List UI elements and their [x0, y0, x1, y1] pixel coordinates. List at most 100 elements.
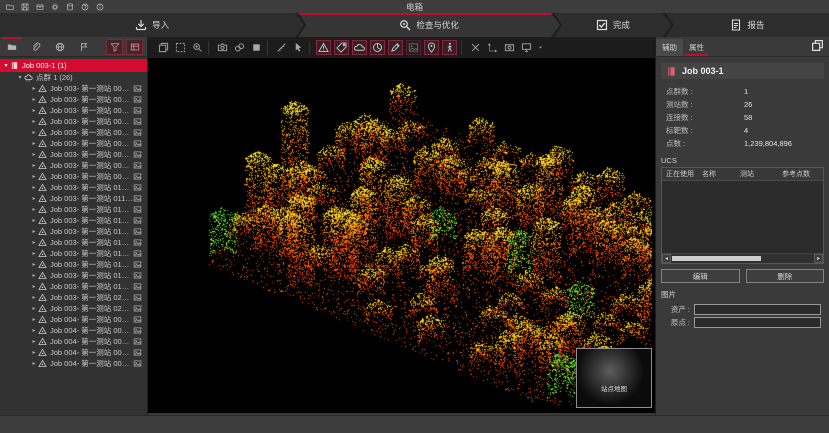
measure-tool[interactable] [274, 41, 288, 55]
photo-icon[interactable] [133, 304, 142, 313]
workflow-step-检查与优化[interactable]: 检查与优化 [298, 13, 560, 37]
tree-item-station-20[interactable]: ▸Job 003- 第一测站 020 (5) [0, 292, 147, 303]
expand-icon[interactable]: ▸ [30, 96, 38, 103]
delete-button[interactable]: 删除 [746, 269, 825, 283]
tab-auxiliary[interactable]: 辅助 [656, 39, 683, 56]
tree-item-station-21[interactable]: ▸Job 003- 第一测站 021 (9) [0, 303, 147, 314]
expand-icon[interactable]: ▸ [30, 151, 38, 158]
tree-item-station-24[interactable]: ▸Job 004- 第一测站 003 (4) [0, 336, 147, 347]
origin-field[interactable] [694, 317, 821, 328]
walkthrough-tool[interactable] [442, 40, 457, 55]
expand-icon[interactable]: ▸ [30, 360, 38, 367]
expand-icon[interactable]: ▸ [30, 85, 38, 92]
tree-item-station-7[interactable]: ▸Job 003- 第一测站 007 (5) [0, 149, 147, 160]
photo-icon[interactable] [133, 216, 142, 225]
photo-icon[interactable] [133, 326, 142, 335]
photo-icon[interactable] [133, 227, 142, 236]
pin-tool[interactable] [424, 40, 439, 55]
ucs-horizontal-scrollbar[interactable]: ◂ ▸ [662, 253, 823, 263]
tree-item-station-23[interactable]: ▸Job 004- 第一测站 002 (6) [0, 325, 147, 336]
open-folder-icon[interactable] [6, 3, 14, 11]
tree-item-station-2[interactable]: ▸Job 003- 第一测站 002 (5) [0, 94, 147, 105]
photo-icon[interactable] [133, 172, 142, 181]
photo-icon[interactable] [133, 150, 142, 159]
tree-tab-web-tab-icon[interactable] [48, 37, 72, 56]
tree-item-station-19[interactable]: ▸Job 003- 第一测站 019 (2) [0, 281, 147, 292]
photo-icon[interactable] [133, 139, 142, 148]
tree-item-job-root[interactable]: ▾Job 003-1 (1) [0, 59, 147, 72]
expand-icon[interactable]: ▸ [30, 118, 38, 125]
tree-item-station-10[interactable]: ▸Job 003- 第一测站 010 (3) [0, 182, 147, 193]
tree-item-station-11[interactable]: ▸Job 003- 第一测站 011 (2) [0, 193, 147, 204]
photo-icon[interactable] [133, 194, 142, 203]
tree-item-station-5[interactable]: ▸Job 003- 第一测站 005 (7) [0, 127, 147, 138]
expand-icon[interactable]: ▸ [30, 107, 38, 114]
photo-icon[interactable] [133, 293, 142, 302]
expand-icon[interactable]: ▸ [30, 129, 38, 136]
viewport-3d[interactable]: 站点地图 [148, 58, 655, 413]
scroll-right-icon[interactable]: ▸ [814, 254, 823, 263]
cube-tool[interactable] [249, 41, 263, 55]
photo-icon[interactable] [133, 161, 142, 170]
expand-icon[interactable]: ▸ [30, 250, 38, 257]
scrollbar-thumb[interactable] [672, 256, 761, 261]
caret-down-tool[interactable] [536, 41, 544, 55]
tree-tab-project-tab-icon[interactable] [0, 37, 24, 56]
photo-icon[interactable] [133, 271, 142, 280]
archive-icon[interactable] [36, 3, 44, 11]
about-icon[interactable] [96, 3, 104, 11]
render-mode-tool[interactable] [232, 41, 246, 55]
photo-icon[interactable] [133, 128, 142, 137]
expand-icon[interactable]: ▸ [30, 184, 38, 191]
tree-tab-link-tab-icon[interactable] [24, 37, 48, 56]
copy-view-tool[interactable] [156, 41, 170, 55]
zoom-window-tool[interactable] [190, 41, 204, 55]
scrollbar-track[interactable] [671, 256, 814, 261]
expand-icon[interactable]: ▸ [30, 162, 38, 169]
photo-icon[interactable] [133, 106, 142, 115]
asset-field[interactable] [694, 304, 821, 315]
tree-item-station-16[interactable]: ▸Job 003- 第一测站 016 (4) [0, 248, 147, 259]
workflow-step-导入[interactable]: 导入 [0, 13, 304, 37]
collapse-icon[interactable]: ▾ [2, 62, 10, 69]
expand-icon[interactable]: ▸ [30, 140, 38, 147]
expand-icon[interactable]: ▸ [30, 327, 38, 334]
expand-icon[interactable]: ▸ [30, 173, 38, 180]
cut-tool[interactable] [468, 41, 482, 55]
frame-select-tool[interactable] [173, 41, 187, 55]
workflow-step-完成[interactable]: 完成 [554, 13, 672, 37]
photo-icon[interactable] [133, 337, 142, 346]
tree-item-station-25[interactable]: ▸Job 004- 第一测站 004 (7) [0, 347, 147, 358]
tree-item-station-3[interactable]: ▸Job 003- 第一测站 003 (4) [0, 105, 147, 116]
expand-icon[interactable]: ▸ [30, 338, 38, 345]
expand-icon[interactable]: ▸ [30, 272, 38, 279]
tree-item-station-26[interactable]: ▸Job 004- 第一测站 005 (6) [0, 358, 147, 369]
database-icon[interactable] [66, 3, 74, 11]
tree-item-station-1[interactable]: ▸Job 003- 第一测站 001 (6) [0, 83, 147, 94]
expand-icon[interactable]: ▸ [30, 228, 38, 235]
expand-icon[interactable]: ▸ [30, 217, 38, 224]
tree-item-station-4[interactable]: ▸Job 003- 第一测站 004 (5) [0, 116, 147, 127]
tree-item-station-8[interactable]: ▸Job 003- 第一测站 008 (2) [0, 160, 147, 171]
ucs-table-body[interactable] [662, 181, 823, 253]
photo-icon[interactable] [133, 348, 142, 357]
tree-item-station-9[interactable]: ▸Job 003- 第一测站 009 (3) [0, 171, 147, 182]
tree-item-station-22[interactable]: ▸Job 004- 第一测站 001 (3) [0, 314, 147, 325]
settings-icon[interactable] [51, 3, 59, 11]
axes-tool[interactable] [485, 41, 499, 55]
expand-icon[interactable]: ▸ [30, 349, 38, 356]
expand-icon[interactable]: ▸ [30, 195, 38, 202]
expand-icon[interactable]: ▸ [30, 261, 38, 268]
tree-item-station-12[interactable]: ▸Job 003- 第一测站 012 (5) [0, 204, 147, 215]
help-icon[interactable] [81, 3, 89, 11]
edit-button[interactable]: 编辑 [661, 269, 740, 283]
photo-icon[interactable] [133, 315, 142, 324]
display-tool[interactable] [519, 41, 533, 55]
photo-icon[interactable] [133, 95, 142, 104]
photo-icon[interactable] [133, 238, 142, 247]
workflow-step-报告[interactable]: 报告 [666, 13, 829, 37]
photo-icon[interactable] [133, 249, 142, 258]
cloud-tool[interactable] [352, 40, 367, 55]
photo-icon[interactable] [133, 205, 142, 214]
filter-images-button[interactable] [106, 39, 123, 55]
